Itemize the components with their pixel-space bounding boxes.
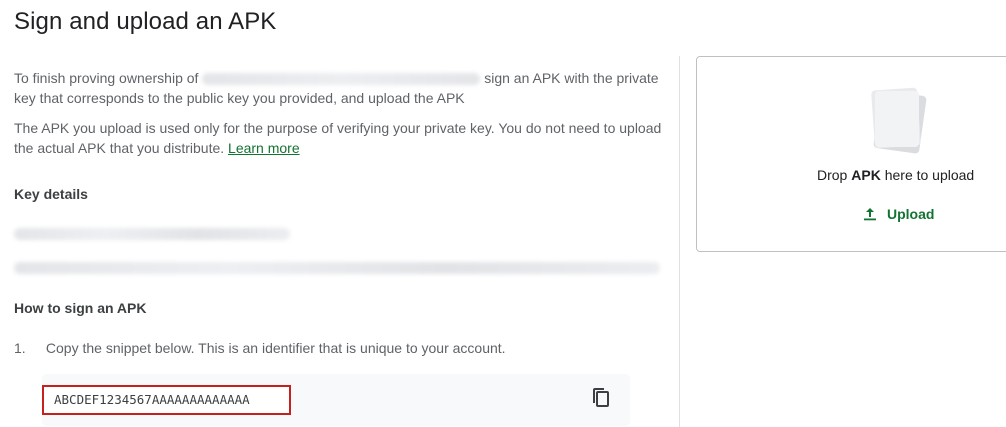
snippet-code[interactable]: ABCDEF1234567AAAAAAAAAAAAA (42, 385, 291, 415)
note-paragraph: The APK you upload is used only for the … (14, 118, 664, 158)
instructions-panel: To finish proving ownership of sign an A… (14, 68, 664, 426)
drop-text-apk: APK (851, 167, 881, 183)
drop-text-suffix: here to upload (884, 167, 975, 183)
drop-text-prefix: Drop (817, 167, 848, 183)
redacted-package-name (202, 73, 481, 86)
upload-button-label: Upload (887, 206, 935, 222)
how-to-sign-heading: How to sign an APK (14, 300, 147, 316)
step-text: Copy the snippet below. This is an ident… (45, 340, 506, 356)
file-stack-icon (867, 83, 931, 159)
step-item: 1. Copy the snippet below. This is an id… (14, 340, 506, 356)
page-title: Sign and upload an APK (14, 8, 277, 35)
snippet-container: ABCDEF1234567AAAAAAAAAAAAA (42, 374, 630, 426)
upload-icon (864, 208, 876, 221)
step-number: 1. (14, 340, 26, 356)
copy-icon (593, 388, 609, 407)
copy-button[interactable] (590, 386, 614, 412)
learn-more-link[interactable]: Learn more (228, 140, 300, 156)
vertical-divider (679, 56, 680, 427)
drop-instructions: Drop APK here to upload (817, 167, 974, 183)
intro-paragraph: To finish proving ownership of sign an A… (14, 68, 664, 108)
note-text: The APK you upload is used only for the … (14, 120, 662, 156)
upload-dropzone[interactable]: Drop APK here to upload Upload (696, 56, 1006, 252)
redacted-key-alias (14, 228, 290, 240)
intro-text-start: To finish proving ownership of (14, 70, 199, 86)
upload-button[interactable]: Upload (863, 203, 934, 225)
key-details-heading: Key details (14, 186, 88, 202)
redacted-key-fingerprint (14, 262, 660, 274)
